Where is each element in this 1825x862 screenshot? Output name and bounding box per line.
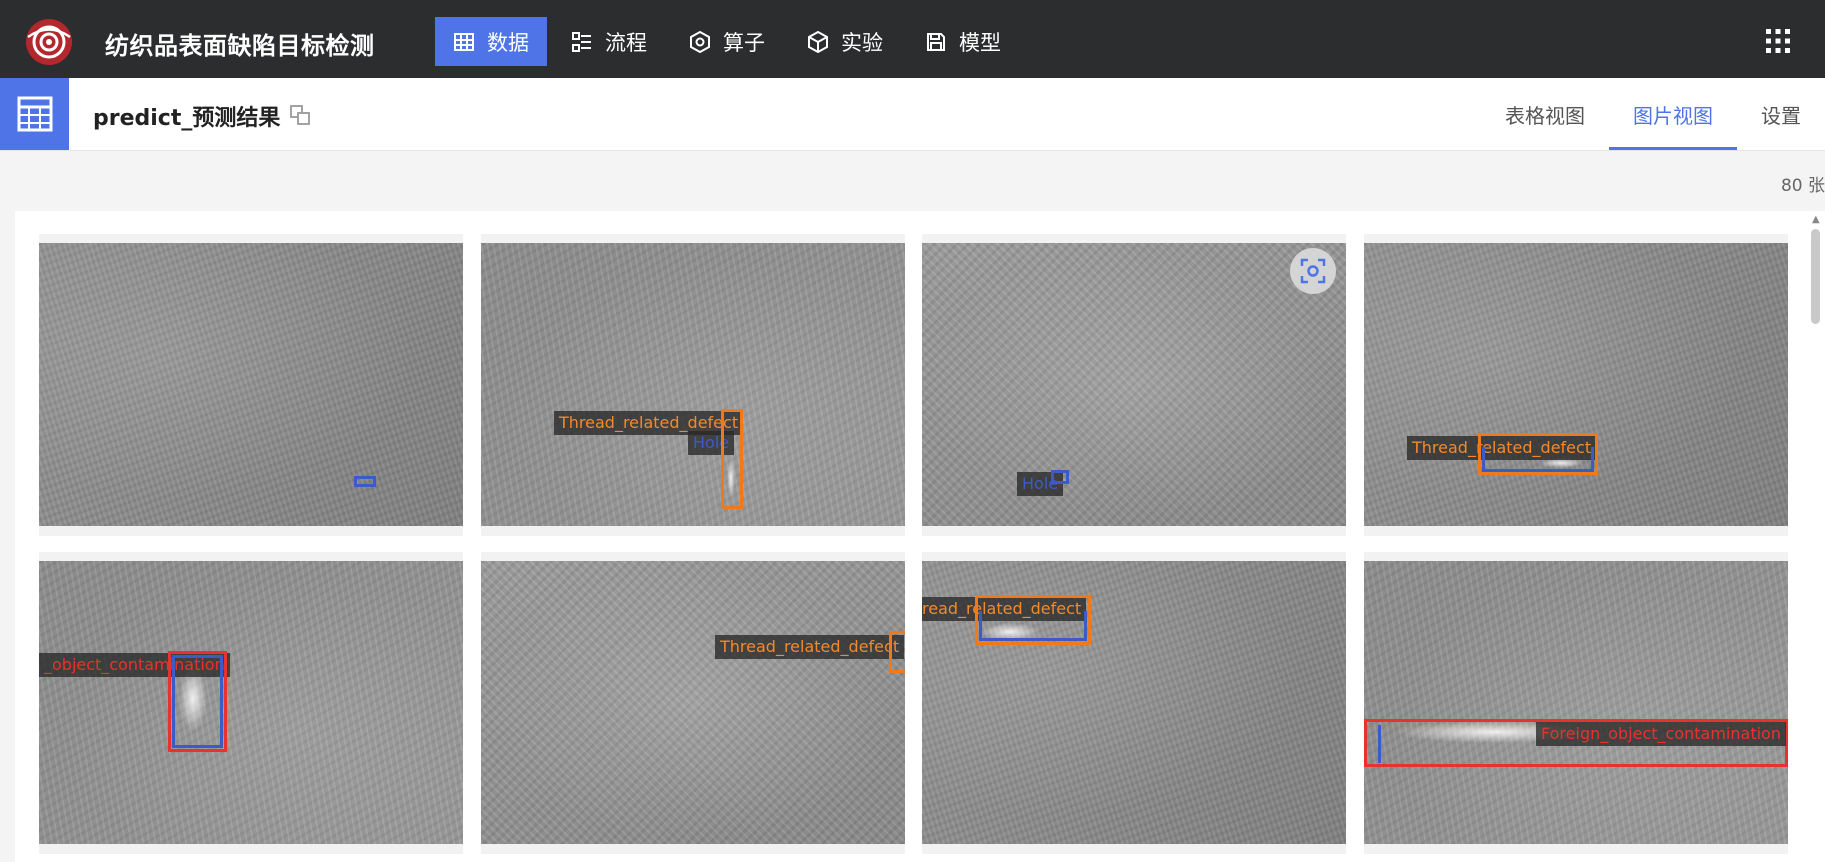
top-navbar: 纺织品表面缺陷目标检测 数据 流程 算子 实验 模型 bbox=[0, 0, 1825, 78]
image-card[interactable]: Hole bbox=[922, 234, 1346, 536]
fabric-image bbox=[39, 243, 463, 526]
nav-operator[interactable]: 算子 bbox=[671, 17, 783, 66]
dataset-table-icon bbox=[0, 78, 69, 150]
image-card[interactable]: read_related_defect bbox=[922, 552, 1346, 854]
detection-box bbox=[979, 611, 1087, 641]
nav-flow[interactable]: 流程 bbox=[553, 17, 665, 66]
detection-box bbox=[1378, 725, 1384, 763]
app-title: 纺织品表面缺陷目标检测 bbox=[105, 32, 375, 60]
tab-table-view[interactable]: 表格视图 bbox=[1481, 78, 1609, 150]
table-icon bbox=[453, 31, 475, 53]
image-card[interactable]: Foreign_object_contamination bbox=[1364, 552, 1788, 854]
image-card[interactable]: Thread_related_defect bbox=[1364, 234, 1788, 536]
nav-model[interactable]: 模型 bbox=[907, 17, 1019, 66]
scroll-up-arrow[interactable]: ▲ bbox=[1812, 214, 1820, 225]
image-card[interactable]: Hole Thread_related_defect bbox=[481, 234, 905, 536]
app-logo[interactable] bbox=[24, 17, 74, 67]
fabric-image: Thread_related_defect bbox=[1364, 243, 1788, 526]
dataset-header: predict_预测结果 表格视图 图片视图 设置 bbox=[0, 78, 1825, 151]
main-nav: 数据 流程 算子 实验 模型 bbox=[435, 17, 1025, 66]
hexagon-icon bbox=[689, 30, 711, 53]
nav-experiment-label: 实验 bbox=[841, 30, 883, 55]
detection-box bbox=[172, 655, 223, 748]
image-card[interactable] bbox=[39, 234, 463, 536]
fabric-image: Hole Thread_related_defect bbox=[481, 243, 905, 526]
focus-view-button[interactable] bbox=[1290, 248, 1336, 294]
detection-label: Foreign_object_contamination bbox=[1536, 722, 1786, 746]
nav-flow-label: 流程 bbox=[605, 30, 647, 55]
copy-icon[interactable] bbox=[288, 103, 312, 127]
detection-label: Thread_related_defect bbox=[715, 635, 905, 659]
save-icon bbox=[925, 31, 947, 53]
fabric-image: Thread_related_defect bbox=[481, 561, 905, 844]
detection-box bbox=[889, 631, 905, 673]
detection-box bbox=[1051, 470, 1069, 484]
nav-data-label: 数据 bbox=[487, 30, 529, 55]
detection-label: Thread_related_defect bbox=[554, 411, 744, 435]
image-count: 80 张 bbox=[1780, 176, 1825, 196]
image-card[interactable]: _object_contamination bbox=[39, 552, 463, 854]
fabric-image: read_related_defect bbox=[922, 561, 1346, 844]
nav-model-label: 模型 bbox=[959, 30, 1001, 55]
nav-experiment[interactable]: 实验 bbox=[789, 17, 901, 66]
tab-settings[interactable]: 设置 bbox=[1737, 78, 1825, 150]
nav-data[interactable]: 数据 bbox=[435, 17, 547, 66]
scrollbar-thumb[interactable] bbox=[1811, 229, 1820, 324]
tab-image-view[interactable]: 图片视图 bbox=[1609, 78, 1737, 150]
flow-icon bbox=[571, 31, 593, 53]
detection-box bbox=[1482, 447, 1594, 472]
view-tabs: 表格视图 图片视图 设置 bbox=[1481, 78, 1825, 150]
cube-icon bbox=[807, 30, 829, 53]
page-title: predict_预测结果 bbox=[93, 106, 281, 131]
fabric-image: Foreign_object_contamination bbox=[1364, 561, 1788, 844]
image-card[interactable]: Thread_related_defect bbox=[481, 552, 905, 854]
detection-box bbox=[721, 409, 743, 509]
nav-operator-label: 算子 bbox=[723, 30, 765, 55]
fabric-image: Hole bbox=[922, 243, 1346, 526]
fabric-image: _object_contamination bbox=[39, 561, 463, 844]
detection-box bbox=[354, 476, 376, 487]
apps-grid-icon[interactable] bbox=[1765, 28, 1791, 54]
scan-focus-icon bbox=[1300, 258, 1326, 284]
